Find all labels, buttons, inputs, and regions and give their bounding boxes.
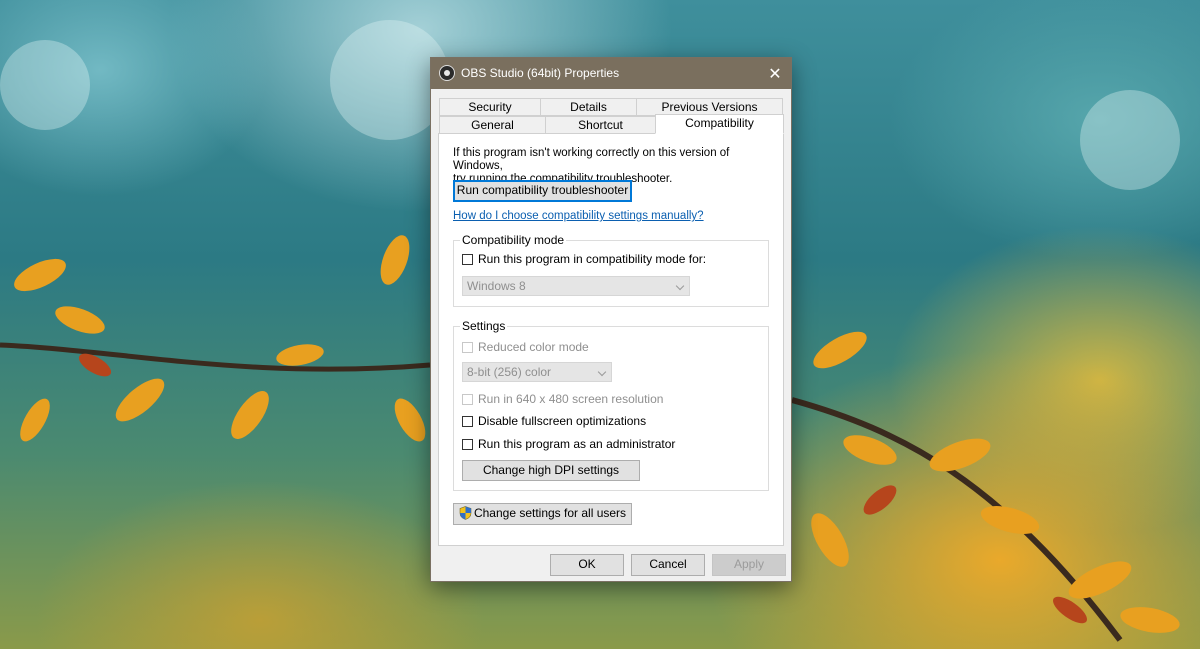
change-all-users-label: Change settings for all users — [473, 506, 627, 520]
reduced-color-label: Reduced color mode — [478, 340, 589, 354]
tab-details[interactable]: Details — [540, 98, 637, 116]
window-title: OBS Studio (64bit) Properties — [461, 66, 620, 80]
obs-app-icon — [439, 65, 455, 81]
chevron-down-icon — [597, 367, 607, 377]
run-as-admin-label: Run this program as an administrator — [478, 437, 676, 451]
tab-compatibility[interactable]: Compatibility — [655, 114, 784, 134]
color-depth-value: 8-bit (256) color — [467, 365, 552, 379]
disable-fullscreen-row[interactable]: Disable fullscreen optimizations — [462, 414, 646, 428]
compat-mode-checkbox-label: Run this program in compatibility mode f… — [478, 252, 707, 266]
reduced-color-row: Reduced color mode — [462, 340, 589, 354]
reduced-color-checkbox — [462, 341, 473, 353]
compatibility-panel: If this program isn't working correctly … — [438, 133, 784, 546]
manual-settings-help-link[interactable]: How do I choose compatibility settings m… — [453, 210, 704, 222]
apply-button: Apply — [712, 554, 786, 576]
change-dpi-button[interactable]: Change high DPI settings — [462, 460, 640, 481]
properties-dialog: OBS Studio (64bit) Properties ✕ Security… — [430, 57, 792, 582]
intro-line-1: If this program isn't working correctly … — [453, 147, 730, 172]
chevron-down-icon — [675, 281, 685, 291]
compatibility-mode-label: Compatibility mode — [460, 233, 567, 247]
close-icon: ✕ — [768, 65, 782, 83]
settings-label: Settings — [460, 319, 508, 333]
cancel-button[interactable]: Cancel — [631, 554, 705, 576]
change-all-users-button[interactable]: Change settings for all users — [453, 503, 632, 525]
uac-shield-icon — [459, 506, 472, 520]
settings-group: Settings Reduced color mode 8-bit (256) … — [453, 319, 769, 491]
compat-mode-checkbox-row[interactable]: Run this program in compatibility mode f… — [462, 252, 706, 266]
disable-fullscreen-checkbox[interactable] — [462, 415, 473, 427]
os-version-select: Windows 8 — [462, 276, 690, 296]
compat-mode-checkbox[interactable] — [462, 253, 473, 265]
low-res-row: Run in 640 x 480 screen resolution — [462, 392, 663, 406]
tab-general[interactable]: General — [439, 116, 546, 134]
tab-security[interactable]: Security — [439, 98, 541, 116]
low-res-checkbox — [462, 393, 473, 405]
title-bar[interactable]: OBS Studio (64bit) Properties ✕ — [431, 58, 791, 89]
run-as-admin-checkbox[interactable] — [462, 438, 473, 450]
run-troubleshooter-button[interactable]: Run compatibility troubleshooter — [453, 180, 632, 202]
color-depth-select: 8-bit (256) color — [462, 362, 612, 382]
close-button[interactable]: ✕ — [759, 58, 791, 89]
disable-fullscreen-label: Disable fullscreen optimizations — [478, 414, 647, 428]
low-res-label: Run in 640 x 480 screen resolution — [478, 392, 664, 406]
compatibility-mode-group: Compatibility mode Run this program in c… — [453, 233, 769, 307]
tab-shortcut[interactable]: Shortcut — [545, 116, 656, 134]
ok-button[interactable]: OK — [550, 554, 624, 576]
os-version-value: Windows 8 — [467, 279, 526, 293]
run-as-admin-row[interactable]: Run this program as an administrator — [462, 437, 675, 451]
